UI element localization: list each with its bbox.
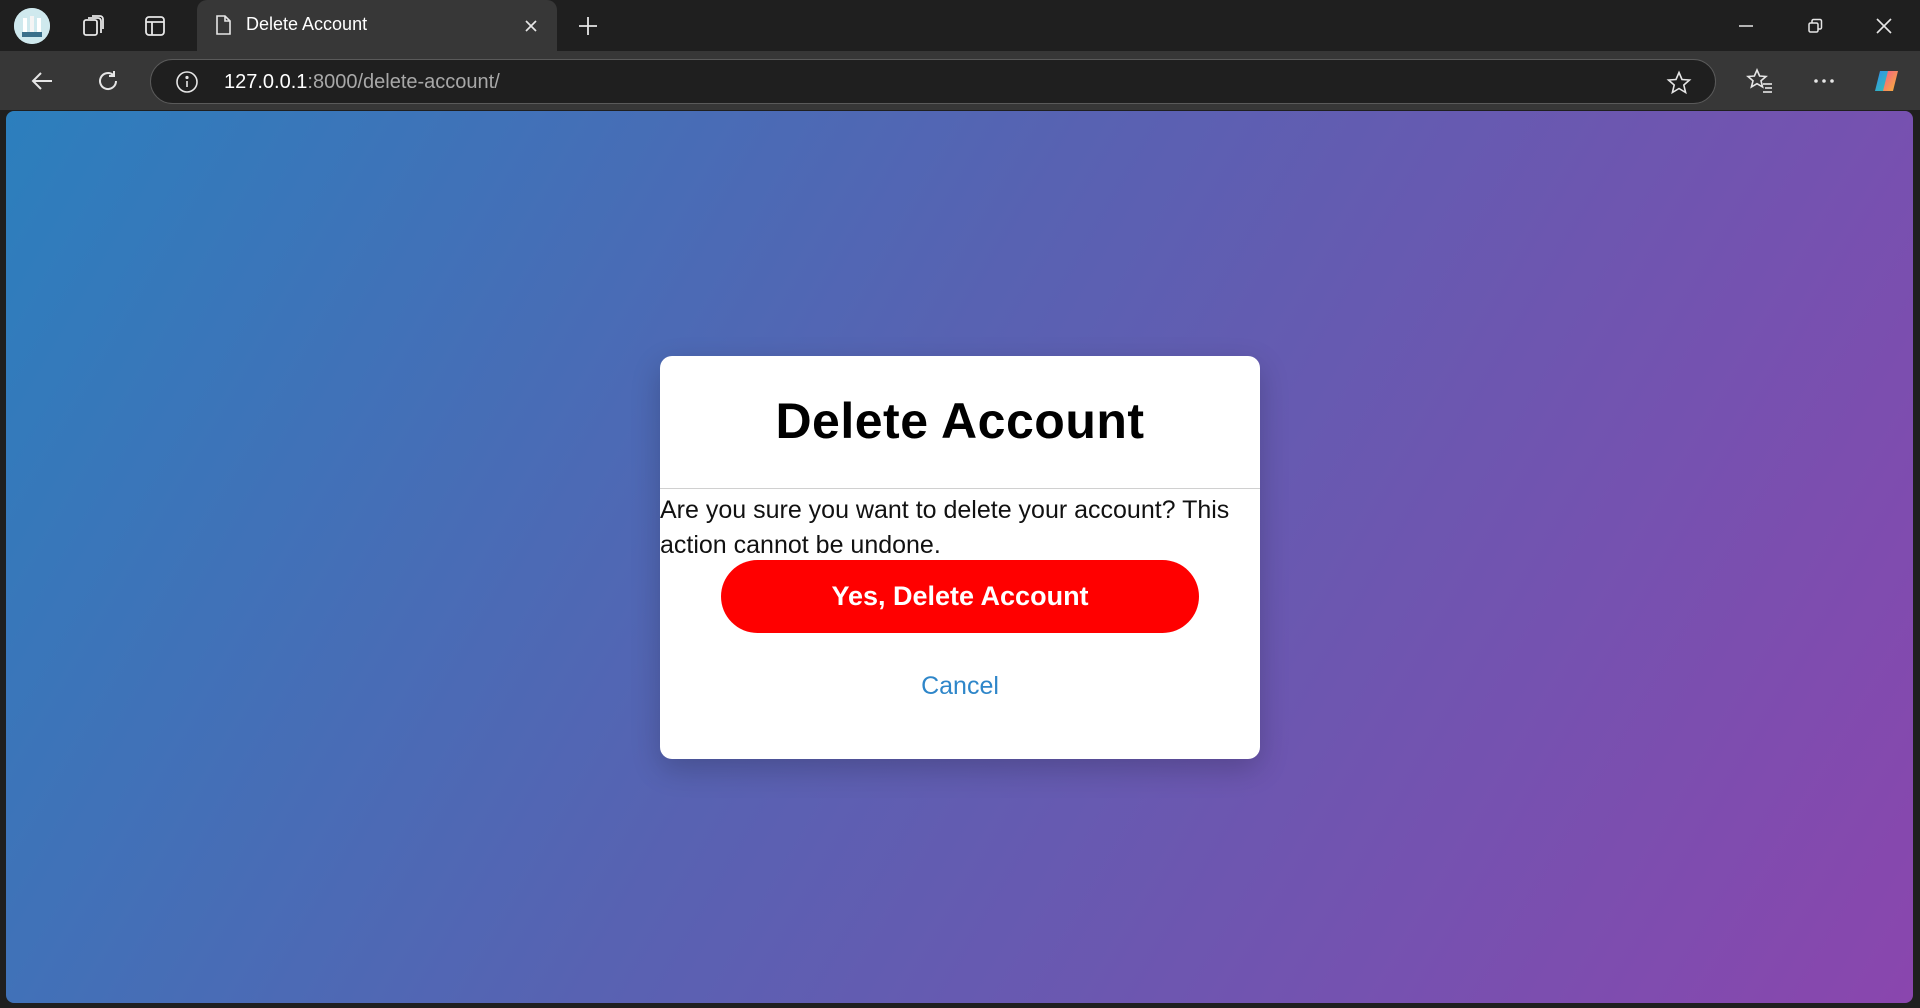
info-icon[interactable] — [175, 70, 199, 94]
more-icon[interactable] — [1804, 61, 1844, 101]
workspaces-icon[interactable] — [76, 8, 112, 44]
star-icon[interactable] — [1665, 69, 1693, 97]
favorites-icon[interactable] — [1740, 61, 1780, 101]
plus-icon[interactable] — [570, 8, 606, 44]
page-icon — [211, 13, 235, 37]
minimize-icon[interactable] — [1728, 8, 1764, 44]
confirmation-message: Are you sure you want to delete your acc… — [660, 496, 1230, 559]
url-path: :8000/delete-account/ — [307, 71, 500, 93]
back-arrow-icon[interactable] — [22, 61, 62, 101]
cancel-link[interactable]: Cancel — [660, 672, 1260, 701]
close-icon[interactable] — [517, 12, 545, 40]
url-text[interactable]: 127.0.0.1:8000/delete-account/ — [224, 71, 500, 94]
browser-toolbar: 127.0.0.1:8000/delete-account/ — [0, 51, 1920, 110]
delete-account-modal: Delete Account Are you sure you want to … — [660, 356, 1260, 759]
close-window-icon[interactable] — [1866, 8, 1902, 44]
modal-title: Delete Account — [775, 393, 1145, 449]
title-bar: Delete Account — [0, 0, 1920, 51]
divider — [660, 488, 1260, 489]
reload-icon[interactable] — [88, 61, 128, 101]
confirm-delete-button[interactable]: Yes, Delete Account — [721, 560, 1199, 633]
tab-title: Delete Account — [246, 14, 368, 34]
page-viewport: Delete Account Are you sure you want to … — [6, 111, 1913, 1003]
url-host: 127.0.0.1 — [224, 71, 308, 93]
restore-icon[interactable] — [1797, 8, 1833, 44]
address-bar[interactable]: 127.0.0.1:8000/delete-account/ — [150, 59, 1716, 104]
profile-avatar[interactable] — [14, 8, 50, 44]
tab-actions-icon[interactable] — [137, 8, 173, 44]
copilot-icon[interactable] — [1866, 61, 1906, 101]
tab-delete-account[interactable]: Delete Account — [197, 0, 557, 51]
